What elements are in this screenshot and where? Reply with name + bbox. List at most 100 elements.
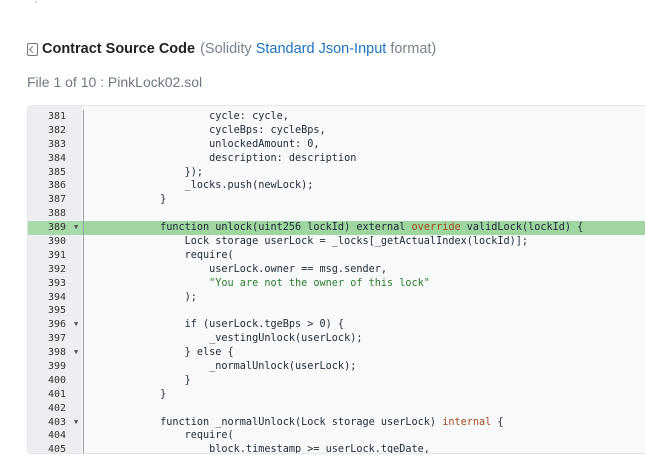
code-text: _normalUnlock(userLock); [111,361,357,373]
indent-guide [83,193,84,208]
chevron-down-icon[interactable]: ▼ [74,221,78,235]
code-text: require( [111,249,234,261]
code-lines: 381 cycle: cycle, 382 cycleBps: cycleBps,… [28,110,645,454]
code-line: 395 [28,304,645,319]
code-text: }); [111,166,204,178]
format-link[interactable]: Standard Json-Input [256,41,387,57]
code-editor[interactable]: 381 cycle: cycle, 382 cycleBps: cycleBps,… [27,105,645,454]
indent-guide [83,360,84,374]
code-text: unlockedAmount: 0, [111,138,320,150]
code-text: userLock.owner == msg.sender, [111,263,388,275]
indent-guide [83,221,84,236]
code-line: 391 require( [28,248,645,263]
chevron-down-icon[interactable]: ▼ [74,318,78,332]
code-text: block.timestamp >= userLock.tgeDate, [111,444,430,454]
line-number: 395 [48,305,67,317]
code-line: 394 ); [28,290,645,305]
code-file-icon [27,42,38,56]
code-line: 381 cycle: cycle, [28,110,645,124]
code-text: _vestingUnlock(userLock); [111,333,363,345]
indent-guide [83,373,84,388]
code-text: _locks.push(newLock); [111,180,314,192]
code-line: 384 description: description [28,151,645,166]
line-number: 405 [48,444,67,454]
code-line: 405 block.timestamp >= userLock.tgeDate, [28,443,645,454]
code-line: 387 } [28,193,645,208]
code-text: description: description [111,152,357,164]
code-line: 403 ▼ function _normalUnlock(Lock storage… [28,415,645,430]
line-number: 385 [48,166,67,178]
indent-guide [83,429,84,444]
line-number: 399 [48,361,67,373]
code-text: } [111,374,191,386]
indent-guide [83,248,84,263]
indent-guide [83,110,84,124]
line-number: 386 [48,180,67,192]
indent-guide [83,443,84,453]
page-title: Contract Source Code [42,41,196,57]
code-text: ); [111,291,197,303]
code-text: } [111,194,167,206]
format-open: (Solidity [200,41,256,57]
indent-guide [83,401,84,416]
code-line: 386 _locks.push(newLock); [28,179,645,194]
code-line: 393 "You are not the owner of this lock" [28,276,645,291]
line-number: 390 [48,236,67,248]
format-note: (Solidity Standard Json-Input format) [200,41,436,57]
code-line: 396 ▼ if (userLock.tgeBps > 0) { [28,318,645,333]
indent-guide [83,304,84,319]
code-line: 388 [28,207,645,222]
code-line: 383 unlockedAmount: 0, [28,137,645,152]
code-line: 400 } [28,373,645,388]
file-label: File 1 of 10 : PinkLock02.sol [27,74,203,90]
top-cut-text: · [34,0,38,8]
code-line: 404 require( [28,429,645,444]
code-text: cycleBps: cycleBps, [111,124,326,136]
indent-guide [83,207,84,222]
code-text: function unlock(uint256 lockId) external… [111,222,584,234]
line-number: 402 [48,402,67,414]
chevron-down-icon[interactable]: ▼ [74,416,78,430]
line-number: 393 [48,277,67,289]
format-close: format) [386,41,437,57]
line-number: 391 [48,249,67,261]
code-text: if (userLock.tgeBps > 0) { [111,319,345,331]
indent-guide [83,318,84,333]
line-number: 397 [48,333,67,345]
line-number: 388 [48,208,67,220]
code-line: 390 Lock storage userLock = _locks[_getA… [28,235,645,249]
indent-guide [83,137,84,152]
code-text: Lock storage userLock = _locks[_getActua… [111,236,529,248]
indent-guide [83,123,84,138]
code-text: "You are not the owner of this lock" [209,277,430,289]
code-line: 398 ▼ } else { [28,346,645,361]
code-text: } else { [111,347,234,359]
indent-guide [83,415,84,430]
code-line: 399 _normalUnlock(userLock); [28,360,645,374]
code-text: require( [111,430,234,442]
indent-guide [83,165,84,180]
code-line: 382 cycleBps: cycleBps, [28,123,645,138]
chevron-down-icon[interactable]: ▼ [74,346,78,360]
indent-guide [83,346,84,361]
code-line: 402 [28,401,645,416]
section-title: Contract Source Code (Solidity Standard … [27,40,436,58]
line-number: 381 [48,111,67,122]
line-number: 382 [48,124,67,136]
code-line: 392 userLock.owner == msg.sender, [28,262,645,277]
indent-guide [83,262,84,277]
line-number: 387 [48,194,67,206]
code-text: function _normalUnlock(Lock storage user… [111,416,504,428]
line-number: 400 [48,374,67,386]
code-line: 389 ▼ function unlock(uint256 lockId) ext… [28,221,645,236]
indent-guide [83,179,84,194]
indent-guide [83,387,84,402]
indent-guide [83,332,84,347]
indent-guide [83,290,84,305]
line-number: 401 [48,388,67,400]
line-number: 392 [48,263,67,275]
code-line: 385 }); [28,165,645,180]
line-number: 384 [48,152,67,164]
line-number: 394 [48,291,67,303]
indent-guide [83,151,84,166]
